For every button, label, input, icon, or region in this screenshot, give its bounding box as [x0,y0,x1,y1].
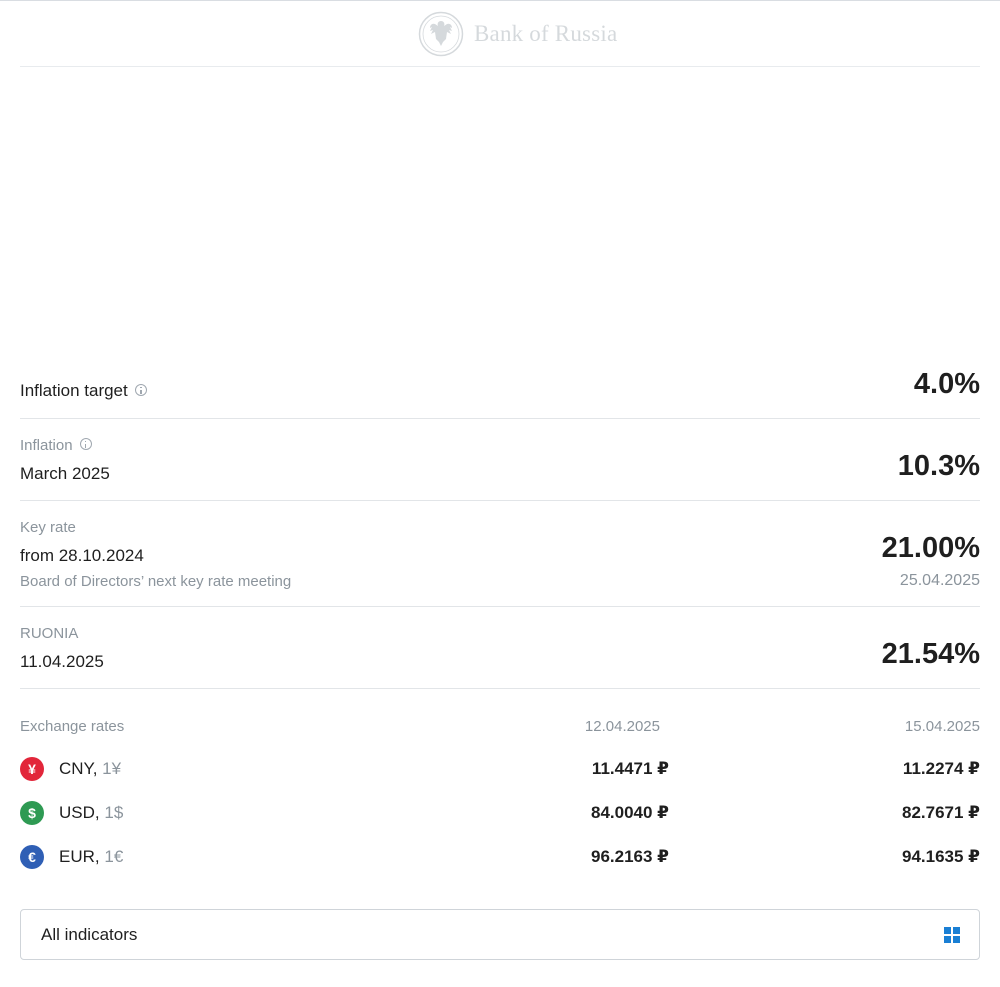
yuan-icon: ¥ [20,757,44,781]
currency-row-usd: $ USD, 1$ 84.0040 ₽ 82.7671 ₽ [20,799,980,829]
currency-row-cny: ¥ CNY, 1¥ 11.4471 ₽ 11.2274 ₽ [20,755,980,785]
rate-value-1: 11.4471 ₽ [591,759,669,778]
bank-logo[interactable]: Bank of Russia [418,11,617,57]
euro-icon: € [20,845,44,869]
exchange-rates-label: Exchange rates [20,718,125,735]
logo-text: Bank of Russia [474,21,618,46]
info-icon[interactable] [134,384,147,396]
rate-value-2: 82.7671 ₽ [901,803,980,822]
currency-code: EUR, [59,847,100,866]
all-indicators-label: All indicators [41,925,138,944]
currency-row-eur: € EUR, 1€ 96.2163 ₽ 94.1635 ₽ [20,843,980,873]
currency-unit: 1$ [104,803,124,822]
key-rate-value: 21.00% [881,532,980,564]
exchange-date-1: 12.04.2025 [584,718,660,735]
currency-unit: 1€ [104,847,124,866]
inflation-target-label: Inflation target [20,381,128,400]
rate-value-2: 11.2274 ₽ [902,759,980,778]
rate-value-2: 94.1635 ₽ [901,847,980,866]
all-indicators-button[interactable]: All indicators [20,909,980,960]
inflation-target-value: 4.0% [913,368,980,400]
grid-icon [944,927,960,943]
inflation-row: Inflation March 2025 10.3% [20,419,980,501]
currency-code: USD, [59,803,100,822]
ruonia-row: RUONIA 11.04.2025 21.54% [20,607,980,689]
exchange-rates: Exchange rates 12.04.2025 15.04.2025 ¥ C… [20,690,980,880]
next-meeting-label: Board of Directors’ next key rate meetin… [20,573,292,590]
page-header: Bank of Russia [20,1,980,67]
ruonia-period: 11.04.2025 [20,652,104,671]
exchange-date-2: 15.04.2025 [904,718,980,735]
inflation-target-row: Inflation target 4.0% [20,360,980,419]
key-rate-label: Key rate [20,519,76,536]
key-rate-row: Key rate from 28.10.2024 21.00% Board of… [20,501,980,607]
rate-value-1: 84.0040 ₽ [590,803,669,822]
inflation-period: March 2025 [20,464,110,483]
ruonia-value: 21.54% [881,638,980,670]
ruonia-label: RUONIA [20,625,79,642]
dollar-icon: $ [20,801,44,825]
info-icon[interactable] [79,438,92,450]
inflation-label: Inflation [20,437,73,454]
inflation-value: 10.3% [897,450,980,482]
rate-value-1: 96.2163 ₽ [590,847,669,866]
currency-unit: 1¥ [102,759,122,778]
eagle-emblem-icon [418,11,464,57]
next-meeting-date: 25.04.2025 [899,572,980,589]
currency-code: CNY, [59,759,98,778]
key-rate-period: from 28.10.2024 [20,546,144,565]
